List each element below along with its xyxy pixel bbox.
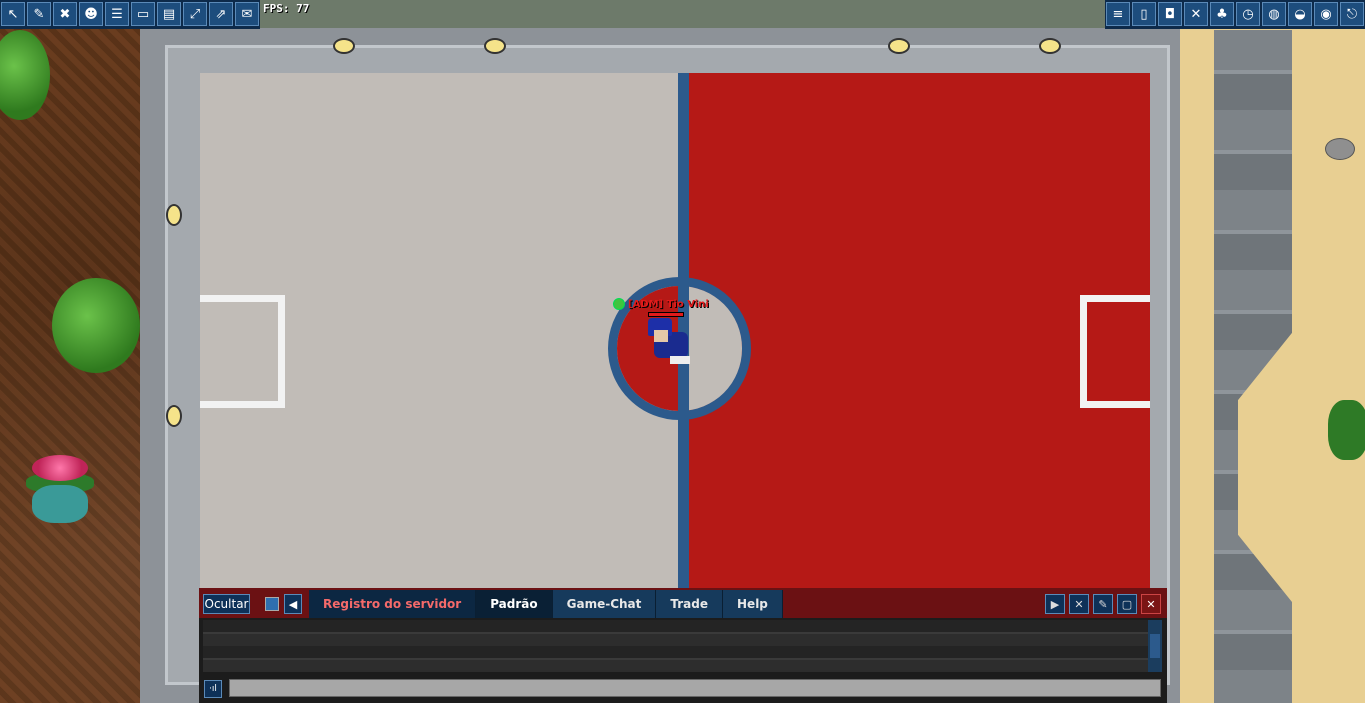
dex-icon[interactable]: ✖ [53, 2, 77, 26]
close-tab-icon[interactable]: ✕ [1069, 594, 1089, 614]
chat-checkbox[interactable] [265, 597, 279, 611]
lamp-icon [333, 38, 355, 54]
lamp-icon [1039, 38, 1061, 54]
chat-input[interactable] [229, 679, 1161, 697]
chat-input-row: ·ıl [199, 676, 1167, 703]
lamp-icon [484, 38, 506, 54]
fullscreen-icon[interactable]: ⤢ [183, 2, 207, 26]
fps-counter: FPS: 77 [263, 2, 310, 15]
close-chat-icon[interactable]: ✕ [1141, 594, 1161, 614]
exit-icon[interactable]: ⎋ [1340, 2, 1364, 26]
tab-padrao[interactable]: Padrão [476, 590, 553, 618]
status-dot-icon [613, 298, 625, 310]
tab-game-chat[interactable]: Game-Chat [552, 590, 657, 618]
chat-mode-icon[interactable]: ·ıl [204, 680, 222, 698]
tab-registro-do-servidor[interactable]: Registro do servidor [309, 590, 477, 618]
rock [1325, 138, 1355, 160]
toggle-icon[interactable]: ≡ [1106, 2, 1130, 26]
goal-area-right [1080, 295, 1150, 408]
player-face [654, 330, 668, 342]
new-tab-icon[interactable]: ▢ [1117, 594, 1137, 614]
window-icon[interactable]: ▭ [131, 2, 155, 26]
wand-icon[interactable]: ✎ [27, 2, 51, 26]
map-icon[interactable]: ▤ [157, 2, 181, 26]
player-name: [ADM] Tio Vini [628, 299, 709, 310]
toolbar-right: ≡ ▯ ◘ ✕ ♣ ◷ ◍ ◒ ◉ ⎋ [1105, 0, 1365, 29]
player-character[interactable] [646, 318, 696, 366]
cursor-icon[interactable]: ↖ [1, 2, 25, 26]
chat-panel: Ocultar ◀ Registro do servidor Padrão Ga… [199, 588, 1167, 703]
clear-chat-icon[interactable]: ✎ [1093, 594, 1113, 614]
document-icon[interactable]: ▯ [1132, 2, 1156, 26]
venusaur-sprite[interactable] [22, 455, 98, 525]
chat-prev-tab-button[interactable]: ◀ [284, 594, 302, 614]
trainer-icon[interactable]: ☻ [79, 2, 103, 26]
tab-trade[interactable]: Trade [656, 590, 724, 618]
turtle-sprite[interactable] [1328, 400, 1365, 460]
tree [52, 278, 140, 373]
list-icon[interactable]: ☰ [105, 2, 129, 26]
tab-help[interactable]: Help [723, 590, 783, 618]
pokeball-icon[interactable]: ◉ [1314, 2, 1338, 26]
lamp-icon [166, 204, 182, 226]
chat-scroll-thumb[interactable] [1150, 634, 1160, 658]
clock-icon[interactable]: ◷ [1236, 2, 1260, 26]
chat-tabs: Registro do servidor Padrão Game-Chat Tr… [309, 590, 783, 618]
venusaur-body [32, 485, 88, 523]
bag-icon[interactable]: ◒ [1288, 2, 1312, 26]
chat-window-buttons: ▶ ✕ ✎ ▢ ✕ [1045, 594, 1161, 614]
chat-tab-bar: Ocultar ◀ Registro do servidor Padrão Ga… [199, 588, 1167, 618]
external-icon[interactable]: ⇗ [209, 2, 233, 26]
scroll-icon[interactable]: ✉ [235, 2, 259, 26]
party-icon[interactable]: ♣ [1210, 2, 1234, 26]
player-feet [670, 356, 690, 364]
backpack-icon[interactable]: ◘ [1158, 2, 1182, 26]
lamp-icon [888, 38, 910, 54]
venusaur-flower [32, 455, 88, 481]
toolbar-left: ↖ ✎ ✖ ☻ ☰ ▭ ▤ ⤢ ⇗ ✉ [0, 0, 260, 29]
hide-chat-button[interactable]: Ocultar [203, 594, 250, 614]
chat-next-tab-button[interactable]: ▶ [1045, 594, 1065, 614]
lamp-icon [166, 405, 182, 427]
chat-scrollbar[interactable] [1148, 620, 1162, 672]
player-health-bar [648, 312, 684, 317]
globe-icon[interactable]: ◍ [1262, 2, 1286, 26]
swords-icon[interactable]: ✕ [1184, 2, 1208, 26]
chat-messages [203, 620, 1148, 672]
goal-area-left [200, 295, 285, 408]
